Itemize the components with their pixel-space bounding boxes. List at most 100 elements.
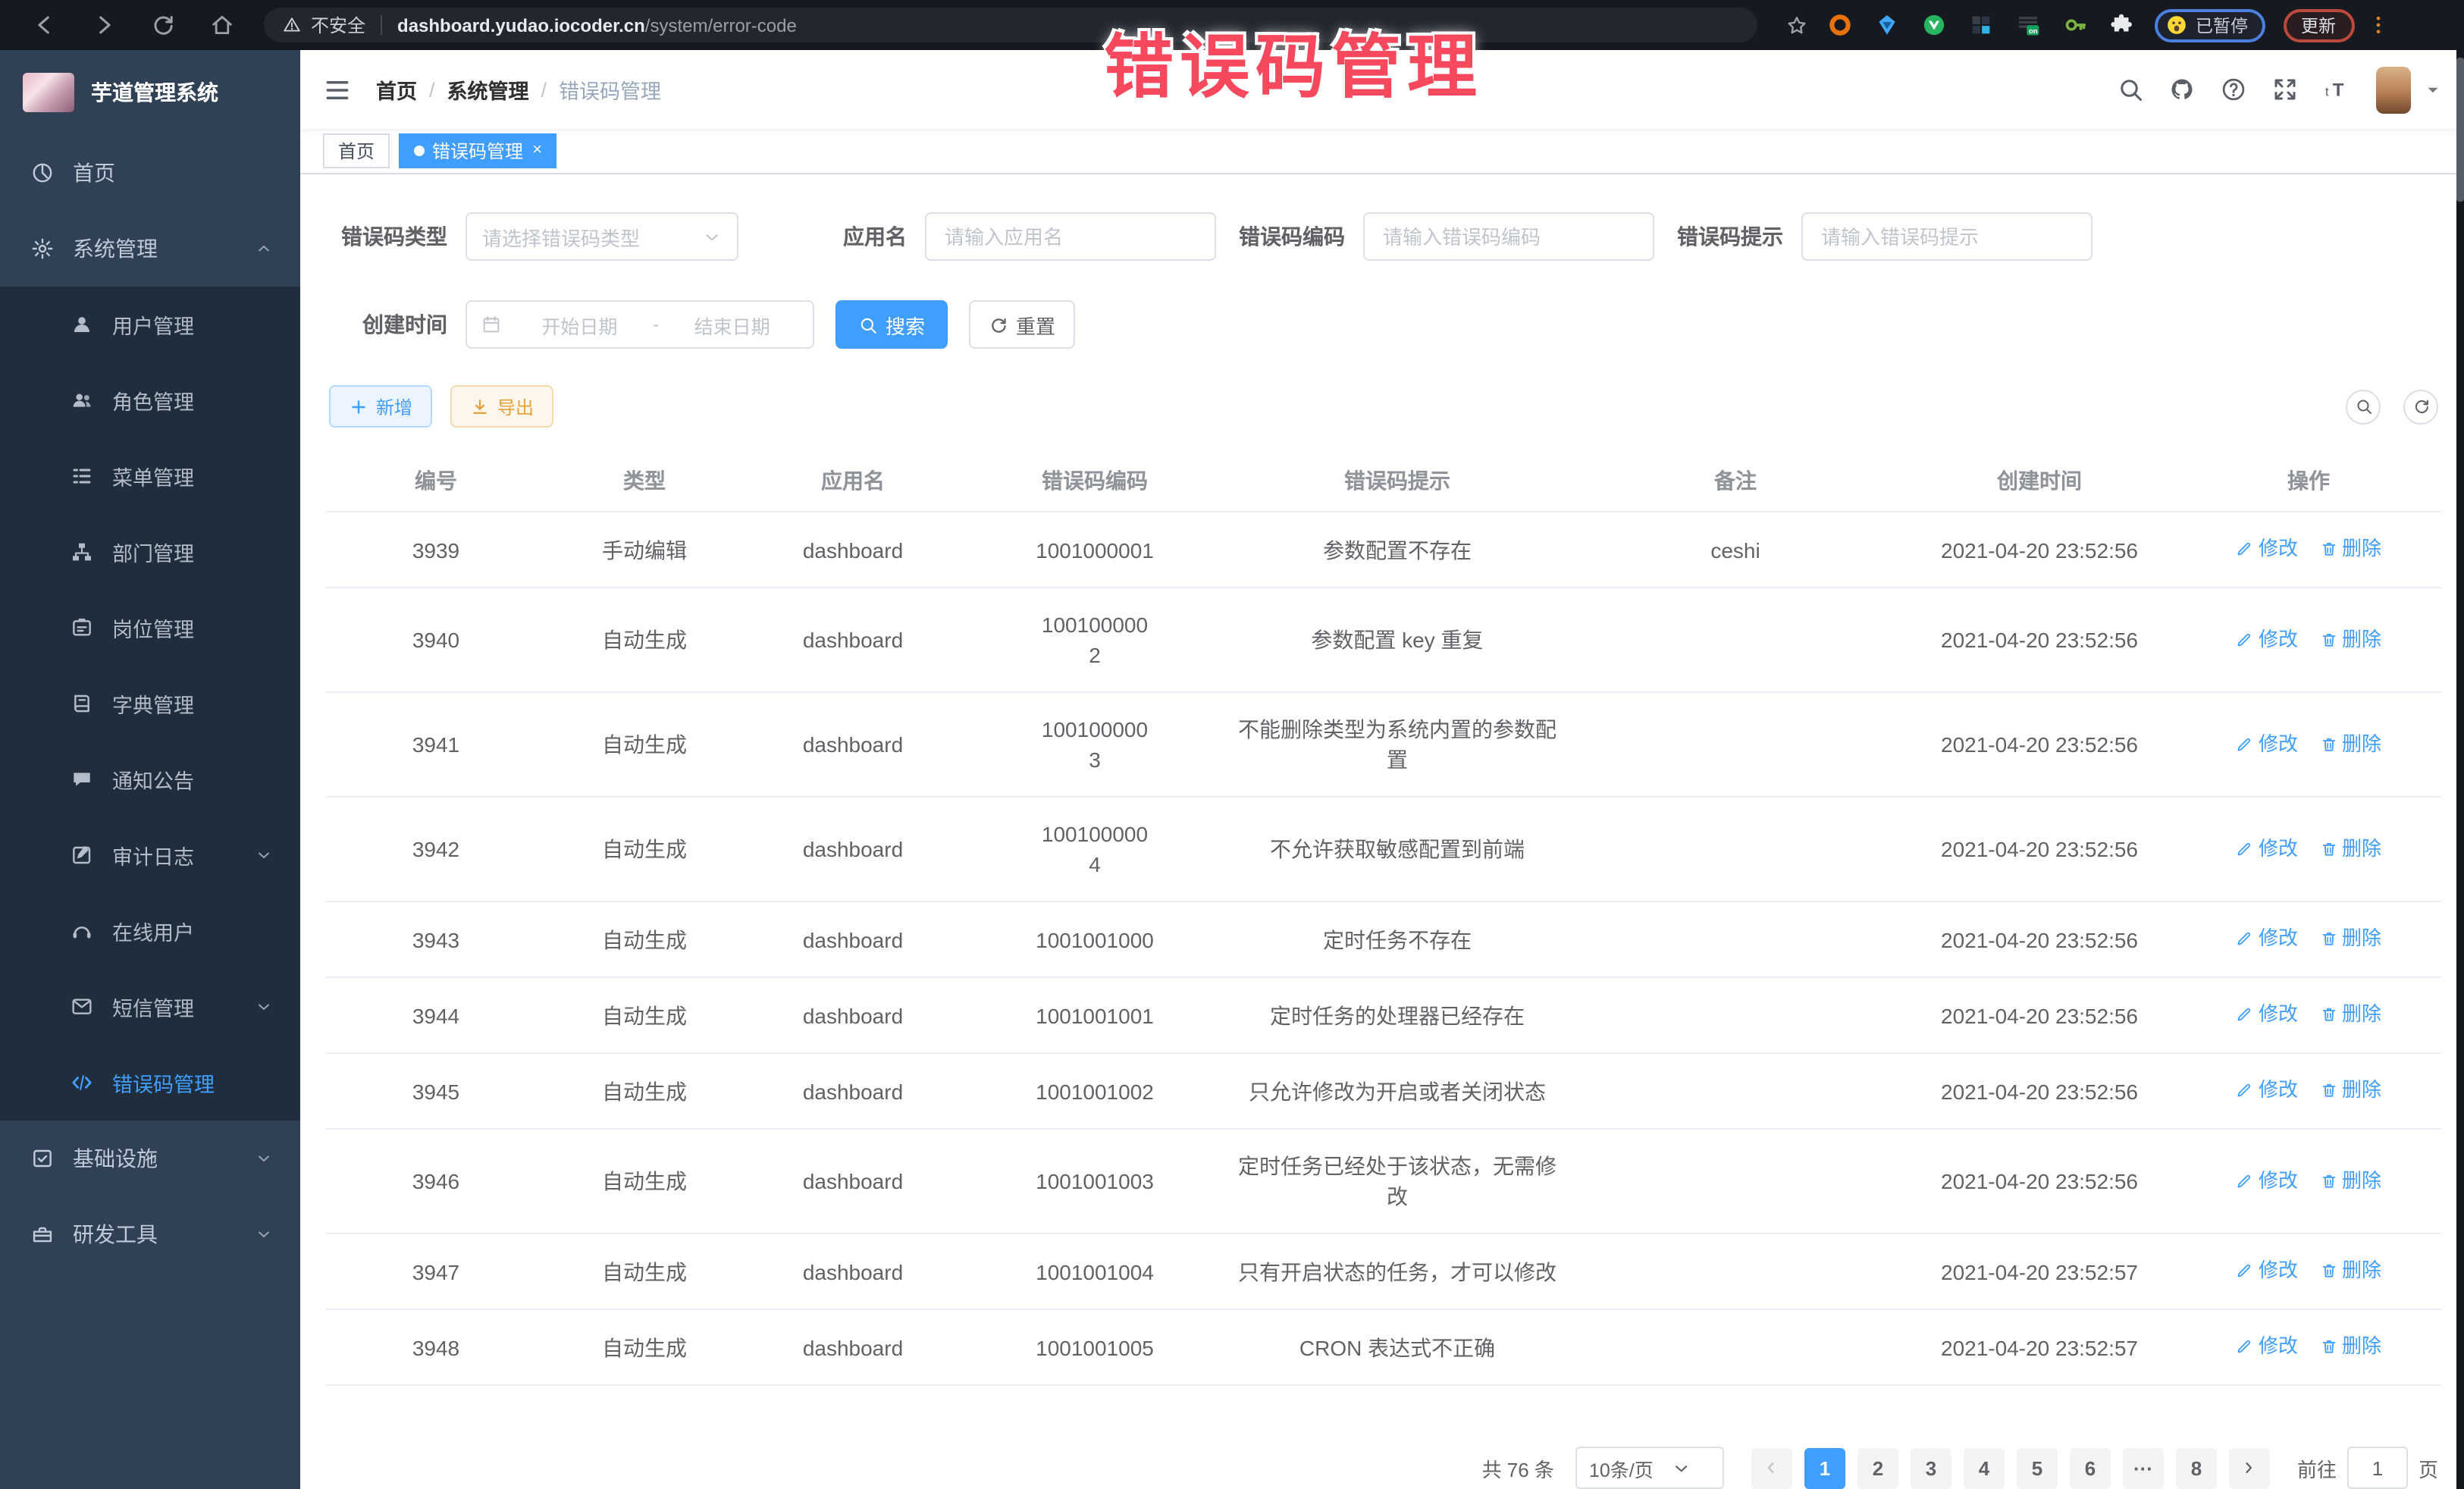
toggle-search-button[interactable] — [2346, 389, 2381, 424]
create-time-range-picker[interactable]: 开始日期 - 结束日期 — [466, 300, 814, 349]
delete-link[interactable]: 删除 — [2319, 1331, 2381, 1362]
cell-time: 2021-04-20 23:52:56 — [1903, 797, 2176, 901]
browser-menu-icon[interactable] — [2366, 14, 2389, 36]
browser-update-button[interactable]: 更新 — [2283, 8, 2354, 42]
font-size-icon[interactable]: tT — [2323, 76, 2350, 103]
sidebar-item-menu-management[interactable]: 菜单管理 — [0, 438, 300, 514]
delete-link[interactable]: 删除 — [2319, 999, 2381, 1030]
breadcrumb-item[interactable]: 首页 — [376, 74, 417, 105]
edit-link[interactable]: 修改 — [2236, 1165, 2298, 1196]
delete-link[interactable]: 删除 — [2319, 1075, 2381, 1105]
delete-link-label: 删除 — [2342, 729, 2381, 759]
browser-back-icon[interactable] — [32, 12, 58, 38]
cell-app: dashboard — [743, 1129, 963, 1234]
sidebar-item-online-users[interactable]: 在线用户 — [0, 893, 300, 969]
ext-key-icon[interactable] — [2062, 12, 2088, 38]
sidebar-item-audit-log[interactable]: 审计日志 — [0, 817, 300, 893]
sidebar-item-infrastructure[interactable]: 基础设施 — [0, 1121, 300, 1196]
add-button[interactable]: 新增 — [329, 385, 432, 428]
delete-link[interactable]: 删除 — [2319, 833, 2381, 864]
ext-list-on-icon[interactable]: on — [2015, 12, 2041, 38]
sidebar-item-dev-tools[interactable]: 研发工具 — [0, 1196, 300, 1272]
pencil-icon — [2236, 1081, 2254, 1099]
fullscreen-icon[interactable] — [2271, 76, 2299, 103]
sidebar-item-system-management[interactable]: 系统管理 — [0, 211, 300, 287]
browser-forward-icon[interactable] — [91, 12, 117, 38]
reset-button[interactable]: 重置 — [969, 300, 1075, 349]
sidebar-item-dict-management[interactable]: 字典管理 — [0, 666, 300, 741]
page-button-6[interactable]: 6 — [2070, 1447, 2111, 1488]
ext-orange-icon[interactable] — [1827, 12, 1853, 38]
delete-link[interactable]: 删除 — [2319, 923, 2381, 954]
sidebar-item-home[interactable]: 首页 — [0, 135, 300, 211]
avatar-caret-icon[interactable] — [2425, 81, 2441, 98]
ext-vue-icon[interactable] — [1921, 12, 1947, 38]
next-page-button[interactable] — [2229, 1447, 2270, 1488]
edit-link[interactable]: 修改 — [2236, 1331, 2298, 1362]
ext-gem-icon[interactable] — [1874, 12, 1900, 38]
help-icon[interactable] — [2220, 76, 2247, 103]
page-button-8[interactable]: 8 — [2176, 1447, 2217, 1488]
page-button-4[interactable]: 4 — [1964, 1447, 2005, 1488]
edit-link[interactable]: 修改 — [2236, 999, 2298, 1030]
cell-time: 2021-04-20 23:52:56 — [1903, 977, 2176, 1053]
cell-remark — [1568, 1129, 1903, 1234]
edit-link[interactable]: 修改 — [2236, 1255, 2298, 1286]
github-icon[interactable] — [2168, 76, 2196, 103]
sidebar-item-sms-management[interactable]: 短信管理 — [0, 969, 300, 1045]
sidebar-logo-row[interactable]: 芋道管理系统 — [0, 50, 300, 135]
tab-错误码管理[interactable]: 错误码管理× — [399, 133, 557, 168]
delete-link[interactable]: 删除 — [2319, 534, 2381, 564]
puzzle-icon[interactable] — [2109, 12, 2135, 38]
scrollbar-thumb[interactable] — [2456, 58, 2464, 202]
error-hint-input[interactable] — [1801, 212, 2093, 261]
tab-首页[interactable]: 首页 — [323, 133, 390, 168]
sidebar-item-user-management[interactable]: 用户管理 — [0, 287, 300, 362]
page-button-2[interactable]: 2 — [1857, 1447, 1898, 1488]
sidebar-item-post-management[interactable]: 岗位管理 — [0, 590, 300, 666]
edit-link[interactable]: 修改 — [2236, 729, 2298, 759]
cell-type: 自动生成 — [546, 797, 743, 901]
edit-link-label: 修改 — [2259, 729, 2298, 759]
refresh-table-button[interactable] — [2403, 389, 2438, 424]
delete-link[interactable]: 删除 — [2319, 1165, 2381, 1196]
page-ellipsis[interactable]: ··· — [2123, 1447, 2164, 1488]
user-avatar[interactable] — [2376, 66, 2411, 113]
delete-link[interactable]: 删除 — [2319, 1255, 2381, 1286]
export-button[interactable]: 导出 — [450, 385, 553, 428]
scrollbar[interactable] — [2456, 50, 2464, 1489]
error-code-input[interactable] — [1363, 212, 1654, 261]
sidebar-item-dept-management[interactable]: 部门管理 — [0, 514, 300, 590]
search-button[interactable]: 搜索 — [835, 300, 948, 349]
error-type-select[interactable]: 请选择错误码类型 — [466, 212, 738, 261]
goto-page-input[interactable] — [2347, 1447, 2408, 1489]
delete-link[interactable]: 删除 — [2319, 624, 2381, 654]
browser-home-icon[interactable] — [209, 12, 235, 38]
page-button-5[interactable]: 5 — [2017, 1447, 2058, 1488]
header-search-icon[interactable] — [2117, 76, 2144, 103]
address-bar[interactable]: 不安全 dashboard.yudao.iocoder.cn/system/er… — [264, 8, 1757, 42]
delete-link[interactable]: 删除 — [2319, 729, 2381, 759]
edit-link[interactable]: 修改 — [2236, 1075, 2298, 1105]
breadcrumb-item[interactable]: 系统管理 — [447, 74, 529, 105]
edit-link[interactable]: 修改 — [2236, 534, 2298, 564]
sidebar-item-error-code-management[interactable]: 错误码管理 — [0, 1045, 300, 1121]
browser-reload-icon[interactable] — [150, 12, 176, 38]
bookmark-star-icon[interactable] — [1785, 13, 1809, 37]
edit-link-label: 修改 — [2259, 1075, 2298, 1105]
page-size-select[interactable]: 10条/页 — [1575, 1447, 1724, 1489]
edit-link-label: 修改 — [2259, 1165, 2298, 1196]
ext-grid-icon[interactable] — [1968, 12, 1994, 38]
tab-close-icon[interactable]: × — [532, 143, 542, 159]
page-button-1[interactable]: 1 — [1804, 1447, 1845, 1488]
sidebar-item-role-management[interactable]: 角色管理 — [0, 362, 300, 438]
page-button-3[interactable]: 3 — [1911, 1447, 1951, 1488]
sidebar-toggle-icon[interactable] — [323, 75, 352, 104]
prev-page-button[interactable] — [1751, 1447, 1792, 1488]
edit-link[interactable]: 修改 — [2236, 624, 2298, 654]
extension-paused-badge[interactable]: 已暂停 — [2155, 8, 2265, 42]
edit-link[interactable]: 修改 — [2236, 833, 2298, 864]
app-name-input[interactable] — [925, 212, 1216, 261]
sidebar-item-notice-announcement[interactable]: 通知公告 — [0, 741, 300, 817]
edit-link[interactable]: 修改 — [2236, 923, 2298, 954]
